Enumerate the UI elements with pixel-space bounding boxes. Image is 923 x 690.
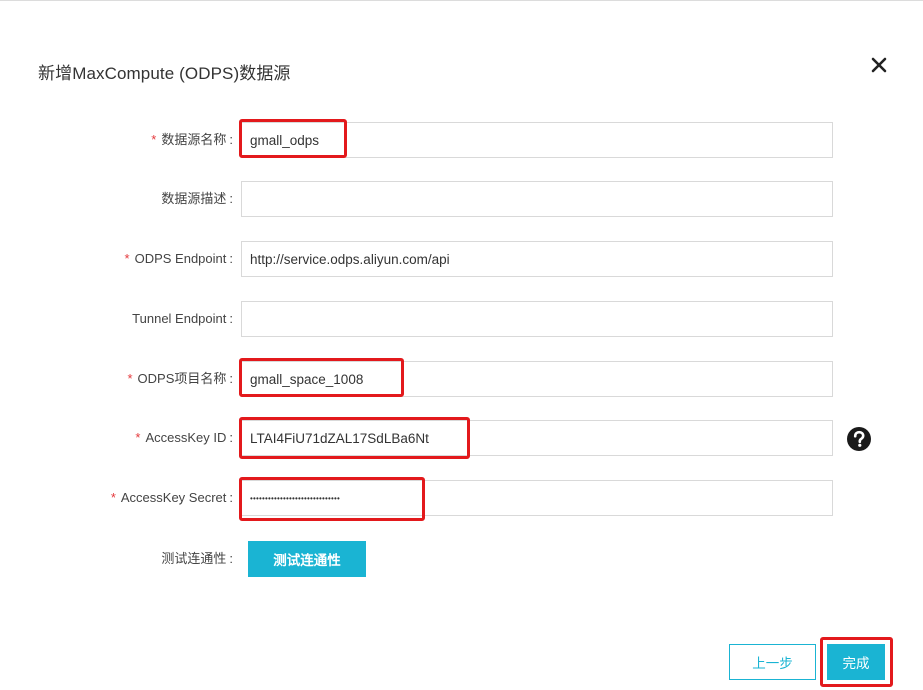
accesskey-secret-input[interactable] (241, 480, 833, 516)
accesskey-id-label: * AccessKey ID: (135, 430, 233, 445)
accesskey-secret-label: * AccessKey Secret: (110, 490, 233, 505)
previous-step-button[interactable]: 上一步 (729, 644, 816, 680)
odps-project-name-input[interactable] (241, 361, 833, 397)
odps-endpoint-label: * ODPS Endpoint: (124, 251, 233, 266)
datasource-name-label: * 数据源名称: (151, 132, 233, 147)
dialog-title: 新增MaxCompute (ODPS)数据源 (38, 64, 291, 83)
field-row-connectivity: 测试连通性: (0, 541, 923, 577)
accesskey-id-input[interactable] (241, 420, 833, 456)
field-row-accesskey-id: * AccessKey ID: (0, 420, 923, 456)
field-row-tunnel-endpoint: Tunnel Endpoint: (0, 301, 923, 337)
field-row-datasource-name: * 数据源名称: (0, 122, 923, 158)
field-row-odps-endpoint: * ODPS Endpoint: (0, 241, 923, 277)
datasource-name-input[interactable] (241, 122, 833, 158)
top-divider (0, 0, 923, 1)
close-icon[interactable] (863, 49, 895, 81)
tunnel-endpoint-input[interactable] (241, 301, 833, 337)
field-row-odps-project-name: * ODPS项目名称: (0, 361, 923, 397)
datasource-description-input[interactable] (241, 181, 833, 217)
field-row-datasource-description: 数据源描述: (0, 181, 923, 217)
question-circle-icon[interactable] (846, 426, 872, 452)
connectivity-label: 测试连通性: (161, 551, 233, 566)
field-row-accesskey-secret: * AccessKey Secret: (0, 480, 923, 516)
odps-endpoint-input[interactable] (241, 241, 833, 277)
odps-project-name-label: * ODPS项目名称: (127, 371, 233, 386)
test-connectivity-button[interactable]: 测试连通性 (248, 541, 366, 577)
tunnel-endpoint-label: Tunnel Endpoint: (132, 311, 233, 326)
datasource-description-label: 数据源描述: (161, 191, 233, 206)
done-button[interactable]: 完成 (827, 644, 885, 680)
